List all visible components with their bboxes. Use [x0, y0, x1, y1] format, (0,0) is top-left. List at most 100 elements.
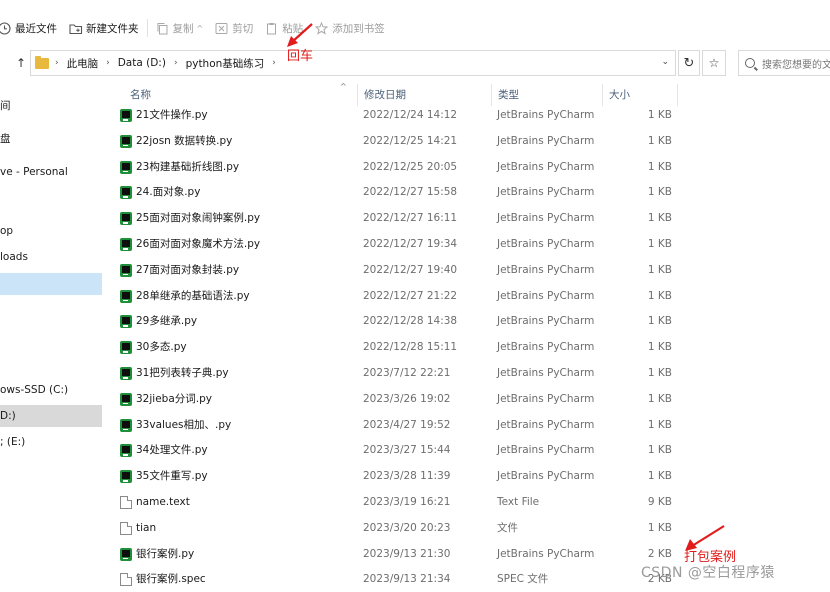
file-modified-date: 2023/3/28 11:39 — [363, 470, 451, 483]
table-row[interactable]: 32jieba分词.py 2023/3/26 19:02 JetBrains PyC… — [104, 387, 830, 413]
pycharm-file-icon — [120, 238, 132, 251]
file-modified-date: 2023/9/13 21:34 — [363, 573, 451, 586]
file-name: 34处理文件.py — [136, 444, 208, 457]
pycharm-file-icon — [120, 444, 132, 458]
file-size: 1 KB — [647, 289, 672, 302]
sidebar-item-selected[interactable] — [0, 273, 102, 295]
sidebar-item-label: ows-SSD (C:) — [0, 384, 69, 396]
file-modified-date: 2022/12/24 14:12 — [363, 109, 458, 121]
table-row[interactable]: name.text 2023/3/19 16:21 Text File 9 KB — [104, 490, 830, 516]
pycharm-file-icon — [120, 470, 132, 484]
file-type: JetBrains PyCharm — [497, 367, 595, 379]
table-row[interactable]: 31把列表转子典.py 2023/7/12 22:21 JetBrains PyCh… — [104, 361, 830, 387]
table-row[interactable]: 25面对面对象闹钟案例.py 2022/12/27 16:11 JetBrains … — [104, 206, 830, 232]
table-row[interactable]: 21文件操作.py 2022/12/24 14:12 JetBrains PyCha… — [104, 103, 830, 129]
table-row[interactable]: 24.面对象.py 2022/12/27 15:58 JetBrains PyCha… — [104, 180, 830, 206]
search-input[interactable]: 搜索您想要的文 — [738, 50, 830, 76]
file-type: JetBrains PyCharm — [497, 238, 595, 250]
file-size: 1 KB — [647, 470, 672, 483]
sidebar-item-label: D:) — [0, 410, 16, 422]
up-arrow-icon[interactable]: ↑ — [12, 54, 30, 72]
table-row[interactable]: 29多继承.py 2022/12/28 14:38 JetBrains PyChar… — [104, 309, 830, 335]
table-row[interactable]: 22josn 数据转换.py 2022/12/25 14:21 JetBrains … — [104, 129, 830, 155]
file-modified-date: 2023/4/27 19:52 — [363, 418, 451, 431]
pycharm-file-icon — [120, 547, 132, 561]
file-size: 1 KB — [647, 392, 672, 405]
toolbar: 最近文件 新建文件夹 复制 ^ 剪切 粘贴 添加到书签 — [0, 14, 830, 42]
file-size: 1 KB — [647, 444, 672, 457]
pycharm-file-icon — [120, 160, 132, 174]
file-type: JetBrains PyCharm — [497, 392, 595, 405]
table-row[interactable]: 27面对面对象封装.py 2022/12/27 19:40 JetBrains Py… — [104, 258, 830, 284]
file-type: JetBrains PyCharm — [497, 289, 595, 302]
sidebar-item-label: 盘 — [0, 133, 11, 145]
file-size: 9 KB — [647, 496, 672, 508]
sidebar-item-label: op — [0, 225, 14, 237]
breadcrumb-data-drive[interactable]: Data (D:) — [118, 57, 166, 69]
file-size: 1 KB — [647, 186, 672, 199]
copy-button[interactable]: 复制 ^ — [150, 16, 210, 40]
table-row[interactable]: 30多态.py 2022/12/28 15:11 JetBrains PyCharm… — [104, 335, 830, 361]
file-modified-date: 2023/9/13 21:30 — [363, 547, 451, 560]
paste-icon — [265, 22, 278, 35]
breadcrumb-this-pc[interactable]: 此电脑 — [67, 56, 99, 71]
document-icon — [120, 496, 132, 509]
add-bookmark-label: 添加到书签 — [332, 22, 385, 35]
breadcrumb-current-folder[interactable]: python基础练习 — [186, 56, 265, 71]
sidebar-item-2[interactable]: 盘 — [0, 128, 102, 150]
file-type: JetBrains PyCharm — [497, 134, 595, 147]
sidebar-item-d-drive[interactable]: D:) — [0, 405, 102, 427]
breadcrumb-chevron-icon: › — [272, 58, 276, 68]
pycharm-file-icon — [120, 109, 132, 122]
clock-icon — [0, 21, 11, 35]
refresh-button[interactable]: ↻ — [678, 50, 700, 76]
address-dropdown-icon[interactable]: ⌄ — [661, 57, 669, 67]
file-type: JetBrains PyCharm — [497, 341, 595, 354]
table-row[interactable]: 23构建基础折线图.py 2022/12/25 20:05 JetBrains Py… — [104, 155, 830, 181]
sidebar-item-downloads[interactable]: loads — [0, 246, 102, 268]
file-size: 1 KB — [647, 109, 672, 121]
recent-files-button[interactable]: 最近文件 — [0, 16, 63, 40]
refresh-icon: ↻ — [683, 55, 695, 71]
file-name: 银行案例.py — [136, 547, 195, 560]
sidebar-item-1[interactable]: 间 — [0, 95, 102, 117]
table-row[interactable]: 35文件重写.py 2023/3/28 11:39 JetBrains PyChar… — [104, 464, 830, 490]
chevron-down-icon: ^ — [196, 23, 204, 33]
table-row[interactable]: 34处理文件.py 2023/3/27 15:44 JetBrains PyChar… — [104, 438, 830, 464]
column-header-label: 修改日期 — [364, 89, 406, 101]
table-row[interactable]: 26面对面对象魔术方法.py 2022/12/27 19:34 JetBrains … — [104, 232, 830, 258]
bookmark-page-button[interactable]: ☆ — [702, 50, 726, 76]
copy-icon — [156, 22, 169, 35]
file-name: 24.面对象.py — [136, 186, 201, 199]
pycharm-file-icon — [120, 341, 132, 355]
cut-button[interactable]: 剪切 — [209, 16, 259, 40]
file-type: JetBrains PyCharm — [497, 315, 595, 328]
file-size: 1 KB — [647, 418, 672, 431]
column-header-label: 名称 — [130, 89, 151, 101]
address-bar[interactable]: › 此电脑 › Data (D:) › python基础练习 › ⌄ — [30, 50, 676, 76]
table-row[interactable]: 28单继承的基础语法.py 2022/12/27 21:22 JetBrains P… — [104, 284, 830, 310]
sidebar-item-onedrive[interactable]: ve - Personal — [0, 161, 102, 183]
file-name: 25面对面对象闹钟案例.py — [136, 212, 261, 225]
sidebar-item-c-drive[interactable]: ows-SSD (C:) — [0, 379, 102, 401]
file-modified-date: 2022/12/27 16:11 — [363, 212, 458, 225]
file-modified-date: 2022/12/27 19:40 — [363, 263, 458, 276]
table-row[interactable]: 33values相加、.py 2023/4/27 19:52 JetBrains P… — [104, 413, 830, 439]
file-type: Text File — [497, 496, 540, 508]
pycharm-file-icon — [120, 418, 132, 432]
file-size: 1 KB — [647, 521, 672, 534]
sidebar-item-e-drive[interactable]: ; (E:) — [0, 431, 102, 453]
recent-files-label: 最近文件 — [15, 22, 57, 35]
file-name: 23构建基础折线图.py — [136, 160, 240, 173]
sidebar-item-desktop[interactable]: op — [0, 220, 102, 242]
file-type: SPEC 文件 — [497, 573, 549, 586]
file-size: 1 KB — [647, 160, 672, 173]
file-modified-date: 2023/3/27 15:44 — [363, 444, 451, 457]
file-modified-date: 2022/12/28 15:11 — [363, 341, 458, 354]
file-name: name.text — [136, 496, 190, 508]
file-modified-date: 2023/7/12 22:21 — [363, 367, 451, 379]
file-size: 1 KB — [647, 315, 672, 328]
copy-label: 复制 — [172, 22, 194, 35]
new-folder-button[interactable]: 新建文件夹 — [63, 16, 145, 40]
cut-label: 剪切 — [232, 22, 254, 35]
